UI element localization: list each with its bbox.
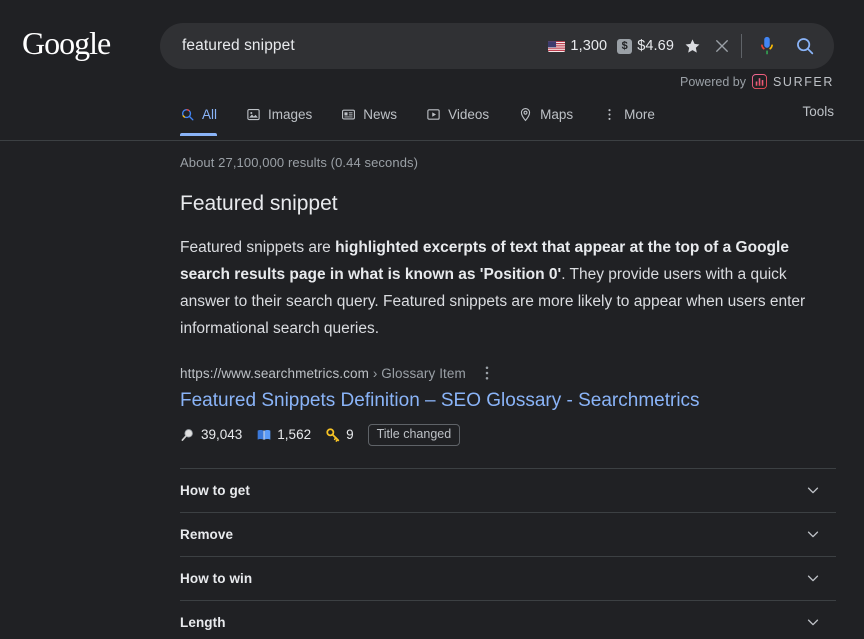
search-box[interactable]: 1,300 $ $4.69 <box>160 23 834 69</box>
accordion-label: Remove <box>180 527 233 542</box>
tab-images[interactable]: Images <box>246 92 341 136</box>
tab-label: Images <box>268 107 312 122</box>
search-tabs: All Images <box>180 92 684 136</box>
result-url-domain: https://www.searchmetrics.com <box>180 366 369 381</box>
tab-videos[interactable]: Videos <box>426 92 518 136</box>
magnifier-icon <box>180 427 196 443</box>
breadcrumb-crumb: Glossary Item <box>381 366 466 381</box>
news-icon <box>341 107 356 122</box>
header-divider <box>0 140 864 141</box>
search-icon <box>180 107 195 122</box>
cpc-metric: $ $4.69 <box>617 38 674 54</box>
result-metrics-row: 39,043 1,562 <box>180 424 864 446</box>
result-keyword-count: 9 <box>325 427 354 443</box>
tabs-bar: All Images <box>0 92 864 140</box>
book-icon <box>256 427 272 443</box>
clear-search-icon[interactable] <box>713 37 731 55</box>
google-search-page: Google <box>0 0 864 639</box>
accordion-label: Length <box>180 615 226 630</box>
tab-label: Maps <box>540 107 573 122</box>
search-input[interactable] <box>182 23 548 69</box>
accordion-list: How to get Remove How to win <box>180 468 836 639</box>
result-search-volume-value: 39,043 <box>201 427 242 442</box>
accordion-item-how-to-get[interactable]: How to get <box>180 469 836 513</box>
result-title-link[interactable]: Featured Snippets Definition – SEO Gloss… <box>180 388 700 414</box>
result-word-count: 1,562 <box>256 427 311 443</box>
result-options-kebab-icon[interactable] <box>478 364 496 382</box>
result-url[interactable]: https://www.searchmetrics.com › Glossary… <box>180 366 466 381</box>
results-count: About 27,100,000 results (0.44 seconds) <box>180 155 864 170</box>
main-content: About 27,100,000 results (0.44 seconds) … <box>0 141 864 639</box>
tab-label: More <box>624 107 655 122</box>
surfer-logo-icon <box>752 74 767 89</box>
tab-news[interactable]: News <box>341 92 426 136</box>
chevron-down-icon[interactable] <box>804 569 822 587</box>
google-logo[interactable]: Google <box>22 28 134 62</box>
search-divider <box>741 34 742 58</box>
microphone-icon[interactable] <box>756 35 778 57</box>
chevron-down-icon[interactable] <box>804 525 822 543</box>
tab-label: Videos <box>448 107 489 122</box>
header: Google <box>0 0 864 141</box>
tab-label: News <box>363 107 397 122</box>
search-metrics: 1,300 $ $4.69 <box>548 38 701 55</box>
accordion-label: How to win <box>180 571 252 586</box>
search-volume-value: 1,300 <box>570 38 607 54</box>
tab-label: All <box>202 107 217 122</box>
us-flag-icon <box>548 40 565 52</box>
powered-by-surfer: Powered by SURFER <box>680 74 834 89</box>
video-icon <box>426 107 441 122</box>
result-word-count-value: 1,562 <box>277 427 311 442</box>
result-search-volume: 39,043 <box>180 427 242 443</box>
star-icon[interactable] <box>684 38 701 55</box>
result-keyword-count-value: 9 <box>346 427 354 442</box>
surfer-brand-name: SURFER <box>773 75 834 89</box>
page-title: Featured snippet <box>180 192 864 216</box>
tab-maps[interactable]: Maps <box>518 92 602 136</box>
breadcrumb-separator: › <box>373 366 378 381</box>
accordion-item-length[interactable]: Length <box>180 601 836 639</box>
snippet-text-lead: Featured snippets are <box>180 239 335 256</box>
image-icon <box>246 107 261 122</box>
featured-snippet-text: Featured snippets are highlighted excerp… <box>180 234 840 342</box>
key-icon <box>325 427 341 443</box>
accordion-label: How to get <box>180 483 250 498</box>
dollar-badge-icon: $ <box>617 39 632 54</box>
tools-button[interactable]: Tools <box>802 104 834 119</box>
accordion-item-remove[interactable]: Remove <box>180 513 836 557</box>
powered-by-label: Powered by <box>680 75 746 89</box>
result-url-row: https://www.searchmetrics.com › Glossary… <box>180 364 864 382</box>
map-pin-icon <box>518 107 533 122</box>
cpc-value: $4.69 <box>637 38 674 54</box>
chevron-down-icon[interactable] <box>804 481 822 499</box>
accordion-item-how-to-win[interactable]: How to win <box>180 557 836 601</box>
chevron-down-icon[interactable] <box>804 613 822 631</box>
kebab-icon <box>602 107 617 122</box>
search-volume-metric: 1,300 <box>548 38 607 54</box>
search-submit-icon[interactable] <box>794 35 816 57</box>
tab-all[interactable]: All <box>180 92 246 136</box>
status-badge: Title changed <box>368 424 461 446</box>
tab-more[interactable]: More <box>602 92 684 136</box>
svg-text:Google: Google <box>22 28 111 61</box>
